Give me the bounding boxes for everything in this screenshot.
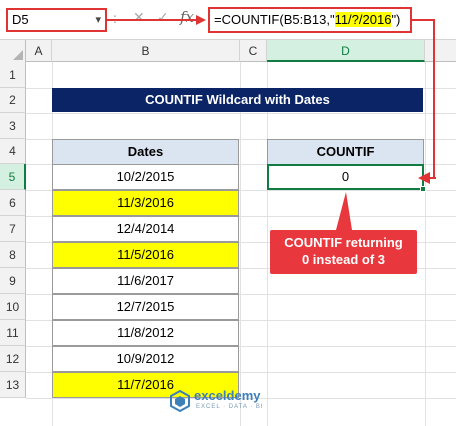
exceldemy-logo: exceldemy EXCEL · DATA · BI	[170, 386, 290, 418]
logo-icon	[170, 390, 190, 412]
arrow-head-icon	[418, 172, 430, 184]
logo-tagline: EXCEL · DATA · BI	[196, 404, 264, 410]
annotation-arrows	[107, 15, 436, 230]
logo-name: exceldemy	[194, 388, 261, 403]
arrow-line	[412, 19, 436, 179]
callout-pointer	[336, 192, 352, 230]
arrow-head-icon	[196, 15, 206, 25]
